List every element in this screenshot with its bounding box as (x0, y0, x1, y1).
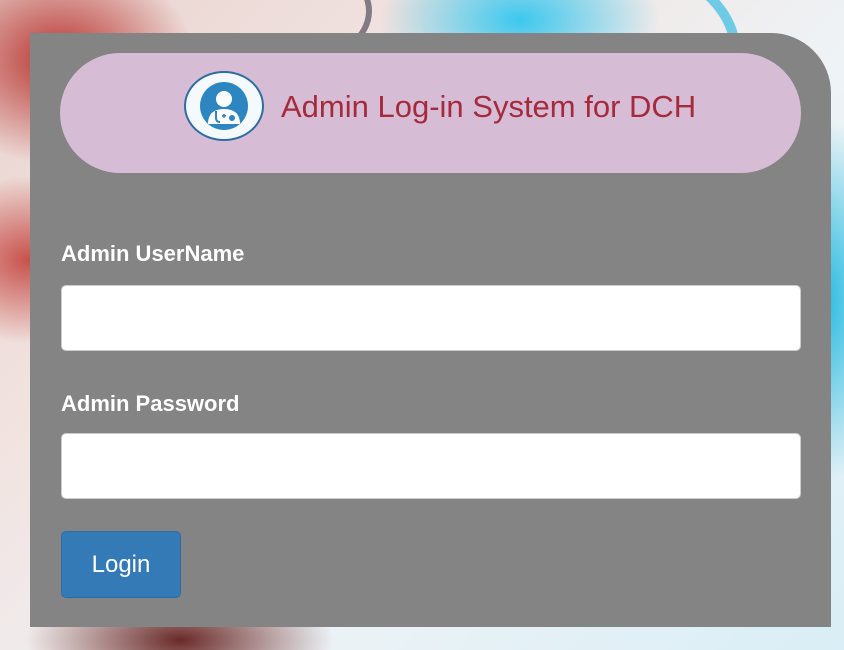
username-input[interactable] (61, 285, 801, 351)
login-page: Admin Log-in System for DCH Admin UserNa… (0, 0, 844, 650)
login-button[interactable]: Login (61, 531, 181, 598)
password-label: Admin Password (61, 391, 240, 416)
header-banner: Admin Log-in System for DCH (60, 53, 801, 173)
username-label: Admin UserName (61, 241, 245, 266)
page-title: Admin Log-in System for DCH (281, 88, 697, 124)
password-input[interactable] (61, 433, 801, 499)
login-panel: Admin Log-in System for DCH Admin UserNa… (30, 33, 831, 627)
header-content: Admin Log-in System for DCH (184, 71, 696, 141)
doctor-avatar-icon (184, 71, 264, 141)
